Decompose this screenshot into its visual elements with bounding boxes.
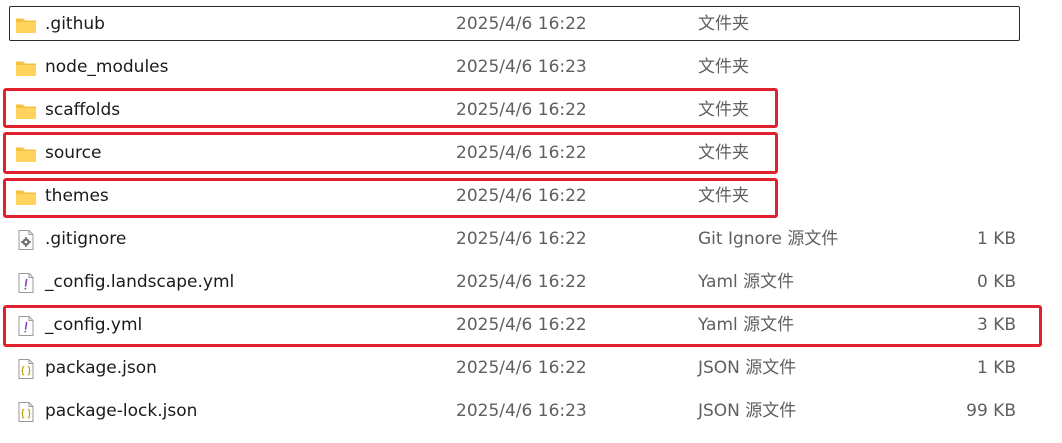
file-name: package.json <box>45 358 157 378</box>
file-type: 文件夹 <box>698 14 749 34</box>
file-row[interactable]: .gitignore 2025/4/6 16:22 Git Ignore 源文件… <box>0 218 1062 261</box>
file-type: 文件夹 <box>698 186 749 206</box>
file-date: 2025/4/6 16:22 <box>456 315 587 335</box>
file-date: 2025/4/6 16:23 <box>456 57 587 77</box>
file-size: 1 KB <box>976 229 1016 249</box>
json-file-icon <box>15 401 37 423</box>
file-name: _config.landscape.yml <box>45 272 235 292</box>
folder-icon <box>15 14 37 36</box>
folder-icon <box>15 57 37 79</box>
yaml-file-icon <box>15 272 37 294</box>
file-date: 2025/4/6 16:22 <box>456 100 587 120</box>
file-name: package-lock.json <box>45 401 198 421</box>
file-row[interactable]: source 2025/4/6 16:22 文件夹 <box>0 132 1062 175</box>
file-row[interactable]: scaffolds 2025/4/6 16:22 文件夹 <box>0 89 1062 132</box>
file-row[interactable]: themes 2025/4/6 16:22 文件夹 <box>0 175 1062 218</box>
file-date: 2025/4/6 16:22 <box>456 14 587 34</box>
file-row[interactable]: package-lock.json 2025/4/6 16:23 JSON 源文… <box>0 390 1062 433</box>
folder-icon <box>15 143 37 165</box>
file-date: 2025/4/6 16:23 <box>456 401 587 421</box>
file-type: Yaml 源文件 <box>698 315 795 335</box>
json-file-icon <box>15 358 37 380</box>
file-name: node_modules <box>45 57 169 77</box>
file-date: 2025/4/6 16:22 <box>456 186 587 206</box>
folder-icon <box>15 100 37 122</box>
file-name: .gitignore <box>45 229 127 249</box>
file-type: Yaml 源文件 <box>698 272 795 292</box>
file-size: 0 KB <box>976 272 1016 292</box>
file-type: JSON 源文件 <box>698 358 797 378</box>
file-date: 2025/4/6 16:22 <box>456 272 587 292</box>
gear-file-icon <box>15 229 37 251</box>
file-type: 文件夹 <box>698 143 749 163</box>
file-row[interactable]: .github 2025/4/6 16:22 文件夹 <box>0 3 1062 46</box>
file-name: source <box>45 143 102 163</box>
file-size: 3 KB <box>976 315 1016 335</box>
file-row[interactable]: package.json 2025/4/6 16:22 JSON 源文件 1 K… <box>0 347 1062 390</box>
yaml-file-icon <box>15 315 37 337</box>
file-type: Git Ignore 源文件 <box>698 229 839 249</box>
file-row[interactable]: node_modules 2025/4/6 16:23 文件夹 <box>0 46 1062 89</box>
file-type: JSON 源文件 <box>698 401 797 421</box>
file-date: 2025/4/6 16:22 <box>456 143 587 163</box>
file-size: 99 KB <box>966 401 1016 421</box>
file-size: 1 KB <box>976 358 1016 378</box>
file-name: .github <box>45 14 105 34</box>
file-type: 文件夹 <box>698 57 749 77</box>
file-name: _config.yml <box>45 315 143 335</box>
file-list: .github 2025/4/6 16:22 文件夹 node_modules … <box>0 0 1062 443</box>
file-row[interactable]: _config.yml 2025/4/6 16:22 Yaml 源文件 3 KB <box>0 304 1062 347</box>
folder-icon <box>15 186 37 208</box>
file-type: 文件夹 <box>698 100 749 120</box>
file-name: themes <box>45 186 109 206</box>
file-row[interactable]: _config.landscape.yml 2025/4/6 16:22 Yam… <box>0 261 1062 304</box>
file-name: scaffolds <box>45 100 121 120</box>
file-date: 2025/4/6 16:22 <box>456 358 587 378</box>
file-date: 2025/4/6 16:22 <box>456 229 587 249</box>
